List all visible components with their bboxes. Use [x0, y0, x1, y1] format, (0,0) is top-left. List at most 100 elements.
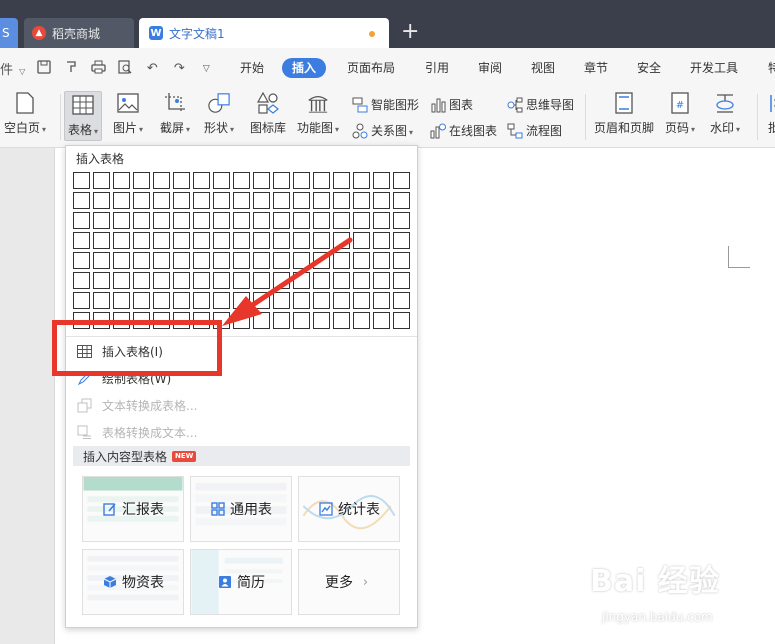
resume-card[interactable]: 简历 [190, 549, 292, 615]
function-chart-button[interactable]: 功能图 ▾ [297, 92, 339, 136]
table-grid-cell[interactable] [193, 172, 210, 189]
table-grid-cell[interactable] [293, 292, 310, 309]
table-grid-cell[interactable] [273, 272, 290, 289]
table-grid-cell[interactable] [353, 272, 370, 289]
table-grid-cell[interactable] [253, 312, 270, 329]
table-grid-cell[interactable] [113, 172, 130, 189]
tab-page-layout[interactable]: 页面布局 [347, 58, 395, 78]
table-grid-cell[interactable] [333, 272, 350, 289]
table-grid-cell[interactable] [133, 252, 150, 269]
table-grid-cell[interactable] [393, 212, 410, 229]
tab-special[interactable]: 特 [768, 58, 775, 78]
table-grid-cell[interactable] [213, 192, 230, 209]
table-grid-cell[interactable] [93, 172, 110, 189]
table-grid-cell[interactable] [213, 172, 230, 189]
tab-document[interactable]: W 文字文稿1 [139, 18, 389, 48]
table-grid-cell[interactable] [153, 212, 170, 229]
table-grid-cell[interactable] [393, 192, 410, 209]
table-grid-cell[interactable] [313, 172, 330, 189]
table-grid-cell[interactable] [373, 252, 390, 269]
table-grid-cell[interactable] [293, 172, 310, 189]
table-grid-cell[interactable] [73, 192, 90, 209]
save-icon[interactable] [36, 59, 52, 78]
table-grid-cell[interactable] [253, 212, 270, 229]
table-grid-cell[interactable] [173, 272, 190, 289]
table-grid-cell[interactable] [373, 172, 390, 189]
table-grid-cell[interactable] [333, 252, 350, 269]
table-grid-cell[interactable] [233, 172, 250, 189]
table-grid-cell[interactable] [113, 212, 130, 229]
table-grid-cell[interactable] [273, 172, 290, 189]
table-grid-cell[interactable] [173, 232, 190, 249]
mind-map-button[interactable]: 思维导图 [507, 96, 574, 113]
table-grid-cell[interactable] [273, 292, 290, 309]
table-grid-cell[interactable] [133, 212, 150, 229]
table-grid-cell[interactable] [173, 292, 190, 309]
table-grid-cell[interactable] [213, 292, 230, 309]
table-grid-cell[interactable] [273, 252, 290, 269]
table-grid-cell[interactable] [133, 232, 150, 249]
table-grid-cell[interactable] [393, 252, 410, 269]
table-grid-cell[interactable] [293, 192, 310, 209]
flowchart-button[interactable]: 流程图 [507, 122, 562, 139]
table-grid-cell[interactable] [93, 192, 110, 209]
picture-button[interactable]: 图片 ▾ [113, 92, 143, 136]
table-grid-cell[interactable] [273, 312, 290, 329]
new-tab-button[interactable]: + [401, 20, 419, 44]
table-grid-cell[interactable] [393, 312, 410, 329]
table-grid-cell[interactable] [193, 252, 210, 269]
table-grid-cell[interactable] [293, 212, 310, 229]
table-grid-cell[interactable] [153, 252, 170, 269]
table-button[interactable]: 表格 ▾ [64, 91, 103, 141]
watermark-button[interactable]: 水印 ▾ [710, 92, 740, 136]
table-grid-cell[interactable] [233, 232, 250, 249]
table-grid-cell[interactable] [313, 192, 330, 209]
table-grid-cell[interactable] [133, 292, 150, 309]
tab-insert[interactable]: 插入 [282, 58, 327, 78]
table-grid-cell[interactable] [113, 292, 130, 309]
table-grid-cell[interactable] [73, 212, 90, 229]
table-grid-cell[interactable] [73, 232, 90, 249]
relation-chart-button[interactable]: 关系图 ▾ [352, 122, 413, 139]
table-grid-cell[interactable] [93, 232, 110, 249]
tab-review[interactable]: 审阅 [478, 58, 502, 78]
table-grid-cell[interactable] [293, 312, 310, 329]
batch-button[interactable]: 批 [763, 92, 775, 136]
redo-icon[interactable]: ↷ [171, 61, 187, 76]
table-grid-cell[interactable] [353, 212, 370, 229]
table-grid-cell[interactable] [153, 292, 170, 309]
more-templates-card[interactable]: 更多 › [298, 549, 400, 615]
table-grid-cell[interactable] [193, 212, 210, 229]
table-grid-cell[interactable] [333, 232, 350, 249]
table-grid-cell[interactable] [313, 272, 330, 289]
print-icon[interactable] [90, 60, 106, 78]
table-grid-cell[interactable] [393, 272, 410, 289]
table-grid-cell[interactable] [253, 252, 270, 269]
table-grid-cell[interactable] [73, 292, 90, 309]
tab-references[interactable]: 引用 [425, 58, 449, 78]
table-grid-cell[interactable] [313, 232, 330, 249]
table-size-grid[interactable] [73, 172, 412, 334]
print-preview-icon[interactable] [117, 59, 133, 78]
report-table-card[interactable]: 汇报表 [82, 476, 184, 542]
table-grid-cell[interactable] [313, 292, 330, 309]
format-painter-icon[interactable] [63, 60, 79, 78]
blank-page-button[interactable]: 空白页 ▾ [4, 92, 46, 136]
table-grid-cell[interactable] [373, 192, 390, 209]
table-grid-cell[interactable] [373, 212, 390, 229]
table-grid-cell[interactable] [233, 292, 250, 309]
table-grid-cell[interactable] [233, 192, 250, 209]
table-grid-cell[interactable] [153, 272, 170, 289]
table-grid-cell[interactable] [373, 272, 390, 289]
screenshot-button[interactable]: 截屏 ▾ [160, 92, 190, 136]
table-grid-cell[interactable] [193, 292, 210, 309]
table-grid-cell[interactable] [353, 172, 370, 189]
table-grid-cell[interactable] [113, 192, 130, 209]
table-grid-cell[interactable] [333, 312, 350, 329]
table-grid-cell[interactable] [173, 172, 190, 189]
undo-icon[interactable]: ↶ [144, 61, 160, 76]
table-grid-cell[interactable] [173, 252, 190, 269]
table-grid-cell[interactable] [213, 232, 230, 249]
tab-store[interactable]: ▲ 稻壳商城 [24, 18, 134, 48]
table-to-text-item[interactable]: 表格转换成文本... [76, 422, 197, 442]
